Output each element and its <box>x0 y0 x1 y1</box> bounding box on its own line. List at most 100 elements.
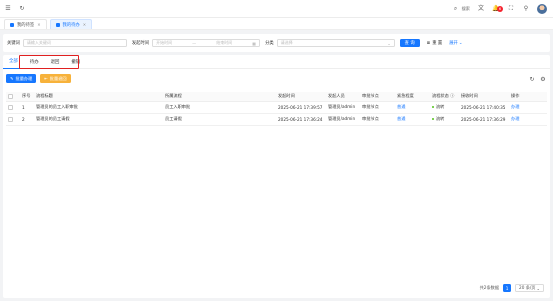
notification-bell-icon[interactable]: 🔔 6 <box>492 5 503 13</box>
row-urgency: 普通 <box>395 101 430 114</box>
search-icon: ⌕ <box>453 5 458 12</box>
tab-my-to-sign[interactable]: 我的待签 ✕ <box>4 19 47 29</box>
col-header-status: 流程状态 ⓘ <box>430 92 459 102</box>
chevron-down-icon: ⌄ <box>536 285 540 291</box>
status-text: 流转 <box>435 116 445 121</box>
keyword-placeholder: 请输入关键词 <box>26 40 51 45</box>
row-initiator: 管理员/admin <box>326 101 360 114</box>
avatar[interactable] <box>537 4 547 14</box>
row-index: 1 <box>20 101 34 114</box>
translate-icon[interactable]: 文 <box>477 5 485 13</box>
row-status: 流转 <box>430 101 459 114</box>
row-urgency: 普通 <box>395 113 430 126</box>
col-header: 所属流程 <box>163 92 276 102</box>
edit-icon: ✎ <box>10 76 14 81</box>
col-header: 序号 <box>20 92 34 102</box>
keyword-label: 关键词 <box>7 41 20 46</box>
row-start-time: 2025-06-21 17:39:57 <box>276 101 326 114</box>
row-title: 管理员的员工入职审批 <box>34 101 163 114</box>
batch-return-button[interactable]: ⇤ 批量退回 <box>40 74 71 83</box>
settings-gear-icon[interactable]: ⚙ <box>539 76 547 84</box>
batch-return-label: 批量退回 <box>49 75 67 81</box>
row-status: 流转 <box>430 113 459 126</box>
row-checkbox[interactable] <box>8 105 13 110</box>
keyword-input[interactable]: 请输入关键词 <box>22 39 127 47</box>
return-icon: ⇤ <box>44 76 48 81</box>
row-recv-time: 2025-06-21 17:36:29 <box>459 113 509 126</box>
row-initiator: 管理员/admin <box>326 113 360 126</box>
reset-button[interactable]: ≣ 重 置 <box>424 39 446 47</box>
row-op-link[interactable]: 办理 <box>509 101 547 114</box>
pagination: 共2条数据 1 20 条/页 ⌄ <box>480 284 544 292</box>
row-flow: 员工请假 <box>163 113 276 126</box>
row-checkbox[interactable] <box>8 117 13 122</box>
page-tabs: 我的待签 ✕ 我的待办 ✕ <box>0 18 553 30</box>
col-header: 接收时间 <box>459 92 509 102</box>
lock-icon[interactable]: ⚲ <box>522 5 530 13</box>
status-text: 流转 <box>435 104 445 109</box>
range-separator: — <box>192 40 197 46</box>
tab-dot-icon <box>55 22 60 27</box>
chevron-down-icon: ⌄ <box>458 40 463 46</box>
category-select[interactable]: 请选择 ⌄ <box>276 39 395 47</box>
row-recv-time: 2025-06-21 17:40:35 <box>459 101 509 114</box>
tab-my-todo[interactable]: 我的待办 ✕ <box>49 19 93 29</box>
close-icon[interactable]: ✕ <box>83 22 86 27</box>
refresh-icon[interactable]: ↻ <box>18 5 26 13</box>
row-select-cell[interactable] <box>6 113 20 126</box>
row-index: 2 <box>20 113 34 126</box>
select-all-cell[interactable] <box>6 92 20 102</box>
col-header: 操作 <box>509 92 547 102</box>
main-panel: 全部 待办 退回 撤销 ✎ 批量办理 ⇤ 批量退回 ↻ ⚙ 序号 流程标题 所属… <box>3 55 550 298</box>
search-label: 搜索 <box>461 6 470 11</box>
page-size-select[interactable]: 20 条/页 ⌄ <box>515 284 544 292</box>
reset-icon: ≣ <box>426 40 431 46</box>
menu-toggle-icon[interactable]: ☰ <box>4 5 12 13</box>
todo-table: 序号 流程标题 所属流程 发起时间 发起人员 审批节点 紧急程度 流程状态 ⓘ … <box>6 92 547 126</box>
row-flow: 员工入职审批 <box>163 101 276 114</box>
top-header: ☰ ↻ ⌕ 搜索 文 🔔 6 ⛶ ⚲ <box>0 0 553 18</box>
info-icon: ⓘ <box>450 93 455 99</box>
page-size-label: 20 条/页 <box>519 285 536 290</box>
batch-handle-button[interactable]: ✎ 批量办理 <box>6 74 37 83</box>
action-row: ✎ 批量办理 ⇤ 批量退回 <box>6 74 71 83</box>
highlight-annotation <box>19 55 79 69</box>
col-header: 紧急程度 <box>395 92 430 102</box>
row-node: 审批节点 <box>360 101 395 114</box>
time-label: 发起时间 <box>131 41 150 46</box>
filter-bar: 关键词 请输入关键词 发起时间 开始时间 — 结束时间 ▦ 分类 请选择 ⌄ 查… <box>3 34 550 52</box>
col-header: 发起人员 <box>326 92 360 102</box>
row-start-time: 2025-06-21 17:36:24 <box>276 113 326 126</box>
date-range-input[interactable]: 开始时间 — 结束时间 ▦ <box>152 39 261 47</box>
fullscreen-icon[interactable]: ⛶ <box>507 5 515 13</box>
expand-button[interactable]: 展开 ⌄ <box>449 40 463 47</box>
tab-label: 我的待签 <box>17 22 35 28</box>
batch-handle-label: 批量办理 <box>15 75 33 81</box>
col-header: 审批节点 <box>360 92 395 102</box>
reset-label: 重 置 <box>432 41 443 46</box>
table-row: 2 管理员的员工请假 员工请假 2025-06-21 17:36:24 管理员/… <box>6 113 547 126</box>
select-all-checkbox[interactable] <box>8 94 13 99</box>
page-1-button[interactable]: 1 <box>503 284 512 292</box>
chevron-down-icon: ⌄ <box>387 40 391 46</box>
status-dot-icon <box>432 117 435 121</box>
calendar-icon: ▦ <box>252 40 257 46</box>
table-tools: ↻ ⚙ <box>528 76 547 84</box>
tab-dot-icon <box>10 22 14 27</box>
notification-badge: 6 <box>497 6 503 12</box>
query-button[interactable]: 查 询 <box>399 39 420 47</box>
status-tabs: 全部 待办 退回 撤销 <box>3 55 550 69</box>
col-header: 发起时间 <box>276 92 326 102</box>
row-node: 审批节点 <box>360 113 395 126</box>
category-label: 分类 <box>265 41 274 46</box>
refresh-icon[interactable]: ↻ <box>528 76 536 84</box>
table-row: 1 管理员的员工入职审批 员工入职审批 2025-06-21 17:39:57 … <box>6 101 547 114</box>
tab-label: 我的待办 <box>62 22 80 28</box>
header-search[interactable]: ⌕ 搜索 <box>452 5 470 13</box>
start-time-placeholder: 开始时间 <box>156 40 173 45</box>
category-placeholder: 请选择 <box>280 40 293 45</box>
expand-label: 展开 <box>449 41 458 46</box>
row-select-cell[interactable] <box>6 101 20 114</box>
row-op-link[interactable]: 办理 <box>509 113 547 126</box>
close-icon[interactable]: ✕ <box>37 22 40 27</box>
